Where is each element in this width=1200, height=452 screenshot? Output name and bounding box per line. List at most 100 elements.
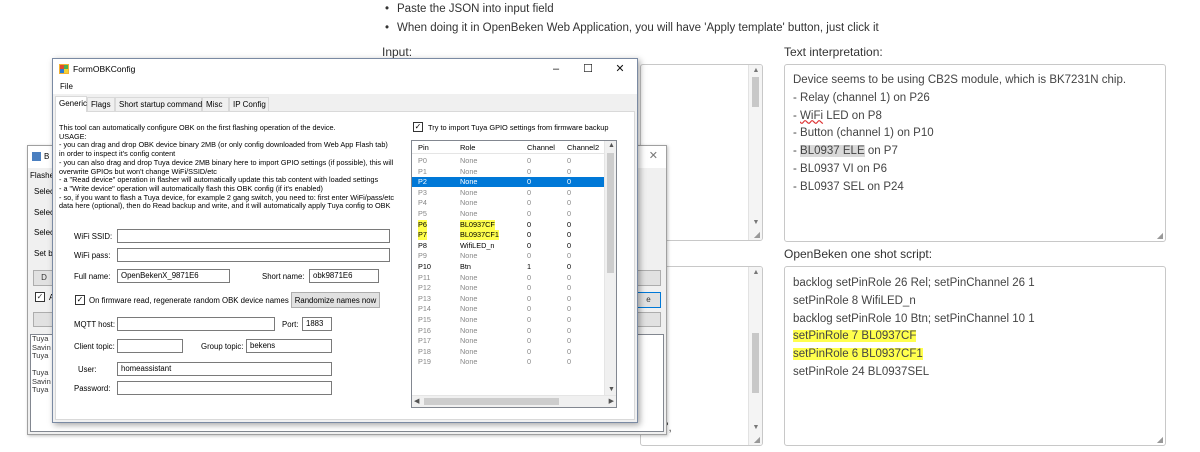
gpio-cell-ch2[interactable]: 0 bbox=[567, 315, 571, 325]
gpio-cell-ch[interactable]: 0 bbox=[527, 156, 531, 166]
wifi-pass-input[interactable] bbox=[117, 248, 390, 262]
gpio-cell-role[interactable]: WifiLED_n bbox=[460, 241, 494, 251]
gpio-cell-pin[interactable]: P14 bbox=[418, 304, 431, 314]
gpio-row-p10[interactable]: P10 Btn 1 0 bbox=[412, 262, 604, 272]
gpio-cell-ch[interactable]: 0 bbox=[527, 230, 531, 240]
gpio-cell-ch2[interactable]: 0 bbox=[567, 241, 571, 251]
gpio-cell-pin[interactable]: P4 bbox=[418, 198, 427, 208]
scroll-down-icon[interactable]: ▼ bbox=[608, 385, 615, 395]
column-header[interactable]: Pin bbox=[418, 143, 429, 152]
randomize-names-button[interactable]: Randomize names now bbox=[291, 292, 380, 308]
gpio-row-p17[interactable]: P17 None 0 0 bbox=[412, 336, 604, 346]
grid-vertical-scrollbar[interactable]: ▲ ▼ bbox=[604, 141, 616, 395]
gpio-cell-role[interactable]: None bbox=[460, 304, 477, 314]
gpio-cell-pin[interactable]: P8 bbox=[418, 241, 427, 251]
tab-generic[interactable]: Generic bbox=[55, 96, 87, 112]
gpio-cell-ch2[interactable]: 0 bbox=[567, 294, 571, 304]
gpio-cell-ch[interactable]: 0 bbox=[527, 220, 531, 230]
gpio-cell-ch2[interactable]: 0 bbox=[567, 230, 571, 240]
gpio-cell-ch2[interactable]: 0 bbox=[567, 156, 571, 166]
gpio-cell-role[interactable]: None bbox=[460, 209, 477, 219]
gpio-cell-role[interactable]: None bbox=[460, 156, 477, 166]
gpio-row-p6[interactable]: P6 BL0937CF 0 0 bbox=[412, 219, 604, 230]
gpio-cell-role[interactable]: None bbox=[460, 273, 477, 283]
gpio-cell-pin[interactable]: P19 bbox=[418, 357, 431, 367]
client-topic-input[interactable] bbox=[117, 339, 183, 353]
regenerate-names-checkbox[interactable]: ✓ bbox=[75, 295, 85, 305]
gpio-row-p11[interactable]: P11 None 0 0 bbox=[412, 273, 604, 283]
tab-ip-config[interactable]: IP Config bbox=[229, 97, 269, 111]
gpio-cell-ch2[interactable]: 0 bbox=[567, 167, 571, 177]
gpio-cell-role[interactable]: None bbox=[460, 294, 477, 304]
scroll-down-icon[interactable]: ▼ bbox=[749, 423, 762, 433]
gpio-row-p1[interactable]: P1 None 0 0 bbox=[412, 167, 604, 177]
gpio-row-p5[interactable]: P5 None 0 0 bbox=[412, 209, 604, 219]
gpio-cell-role[interactable]: None bbox=[460, 283, 477, 293]
scroll-left-icon[interactable]: ◀ bbox=[414, 397, 419, 407]
gpio-cell-ch[interactable]: 0 bbox=[527, 188, 531, 198]
port-input[interactable]: 1883 bbox=[302, 317, 332, 331]
gpio-cell-role[interactable]: None bbox=[460, 177, 477, 187]
maximize-icon[interactable]: ☐ bbox=[575, 61, 601, 77]
gpio-cell-role[interactable]: Btn bbox=[460, 262, 471, 272]
column-header[interactable]: Role bbox=[460, 143, 475, 152]
gpio-cell-ch2[interactable]: 0 bbox=[567, 198, 571, 208]
gpio-cell-ch[interactable]: 0 bbox=[527, 251, 531, 261]
gpio-cell-pin[interactable]: P16 bbox=[418, 326, 431, 336]
text-interpretation-box[interactable]: Device seems to be using CB2S module, wh… bbox=[784, 64, 1166, 242]
gpio-cell-ch2[interactable]: 0 bbox=[567, 262, 571, 272]
gpio-cell-pin[interactable]: P15 bbox=[418, 315, 431, 325]
gpio-cell-ch2[interactable]: 0 bbox=[567, 283, 571, 293]
full-name-input[interactable]: OpenBekenX_9871E6 bbox=[117, 269, 230, 283]
gpio-row-p7[interactable]: P7 BL0937CF1 0 0 bbox=[412, 230, 604, 241]
gpio-cell-ch2[interactable]: 0 bbox=[567, 188, 571, 198]
gpio-row-p0[interactable]: P0 None 0 0 bbox=[412, 156, 604, 166]
gpio-cell-role[interactable]: None bbox=[460, 315, 477, 325]
wifi-ssid-input[interactable] bbox=[117, 229, 390, 243]
scroll-up-icon[interactable]: ▲ bbox=[749, 268, 762, 278]
gpio-cell-ch2[interactable]: 0 bbox=[567, 326, 571, 336]
gpio-cell-role[interactable]: BL0937CF1 bbox=[460, 230, 499, 241]
script-box[interactable]: backlog setPinRole 26 Rel; setPinChannel… bbox=[784, 266, 1166, 446]
gpio-cell-ch[interactable]: 0 bbox=[527, 241, 531, 251]
scroll-down-icon[interactable]: ▼ bbox=[749, 218, 762, 228]
gpio-cell-pin[interactable]: P5 bbox=[418, 209, 427, 219]
bg-button-right[interactable]: e bbox=[636, 292, 661, 308]
output-scrollbar[interactable]: ▲ ▼ bbox=[748, 267, 762, 445]
close-icon[interactable]: ✕ bbox=[607, 61, 633, 77]
gpio-cell-ch[interactable]: 0 bbox=[527, 283, 531, 293]
gpio-cell-pin[interactable]: P0 bbox=[418, 156, 427, 166]
gpio-cell-role[interactable]: None bbox=[460, 198, 477, 208]
gpio-cell-role[interactable]: None bbox=[460, 347, 477, 357]
gpio-cell-pin[interactable]: P12 bbox=[418, 283, 431, 293]
input-scrollbar[interactable]: ▲ ▼ bbox=[748, 65, 762, 240]
gpio-row-p15[interactable]: P15 None 0 0 bbox=[412, 315, 604, 325]
bg-checkbox[interactable]: ✓ bbox=[35, 292, 45, 302]
scroll-up-icon[interactable]: ▲ bbox=[608, 141, 615, 151]
gpio-row-p18[interactable]: P18 None 0 0 bbox=[412, 347, 604, 357]
gpio-cell-ch[interactable]: 0 bbox=[527, 177, 531, 187]
gpio-row-p2[interactable]: P2 None 0 0 bbox=[412, 177, 604, 188]
gpio-cell-ch[interactable]: 0 bbox=[527, 347, 531, 357]
gpio-cell-ch2[interactable]: 0 bbox=[567, 336, 571, 346]
gpio-cell-ch[interactable]: 0 bbox=[527, 357, 531, 367]
gpio-cell-role[interactable]: None bbox=[460, 326, 477, 336]
resize-grip-icon[interactable]: ◢ bbox=[1157, 232, 1163, 240]
mqtt-host-input[interactable] bbox=[117, 317, 275, 331]
gpio-cell-ch2[interactable]: 0 bbox=[567, 304, 571, 314]
gpio-row-p16[interactable]: P16 None 0 0 bbox=[412, 326, 604, 336]
gpio-cell-pin[interactable]: P18 bbox=[418, 347, 431, 357]
resize-grip-icon[interactable]: ◢ bbox=[1157, 436, 1163, 444]
gpio-cell-pin[interactable]: P11 bbox=[418, 273, 430, 283]
gpio-cell-ch2[interactable]: 0 bbox=[567, 251, 571, 261]
gpio-row-p4[interactable]: P4 None 0 0 bbox=[412, 198, 604, 208]
gpio-cell-ch2[interactable]: 0 bbox=[567, 177, 571, 187]
tab-misc[interactable]: Misc bbox=[202, 97, 229, 111]
gpio-cell-pin[interactable]: P2 bbox=[418, 177, 427, 187]
gpio-cell-ch[interactable]: 1 bbox=[527, 262, 531, 272]
gpio-cell-role[interactable]: None bbox=[460, 251, 477, 261]
gpio-row-p19[interactable]: P19 None 0 0 bbox=[412, 357, 604, 367]
gpio-grid[interactable]: Pin Role Channel Channel2 P0 None 0 0 P1 None… bbox=[411, 140, 617, 408]
gpio-row-p3[interactable]: P3 None 0 0 bbox=[412, 188, 604, 198]
gpio-row-p13[interactable]: P13 None 0 0 bbox=[412, 294, 604, 304]
